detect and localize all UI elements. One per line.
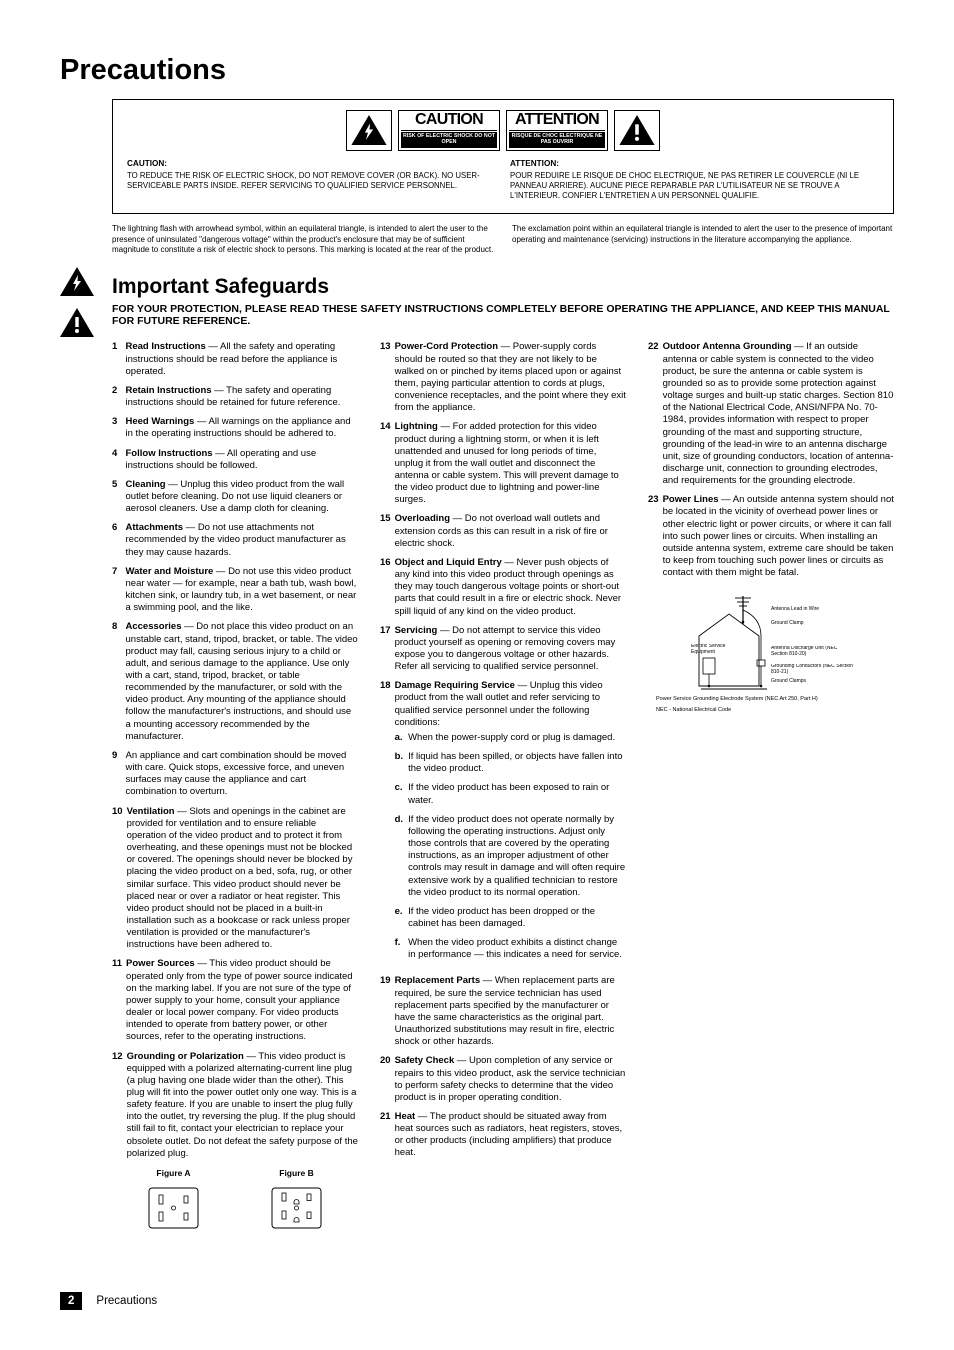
label-clamp: Ground Clamp <box>771 620 804 626</box>
caution-en-title: CAUTION: <box>127 159 496 170</box>
instructions-col-3: 22Outdoor Antenna Grounding — If an outs… <box>648 341 894 1238</box>
caution-exclamation-box <box>614 110 660 151</box>
exclamation-icon <box>619 115 655 145</box>
lightning-bolt-icon <box>60 267 94 296</box>
attention-title: ATTENTION <box>509 111 605 131</box>
label-discharge: Antenna Discharge Unit (NEC Section 810-… <box>771 646 853 657</box>
safeguards-title: Important Safeguards <box>112 275 894 299</box>
page-footer: 2 Precautions <box>60 1292 157 1310</box>
label-nec: NEC - National Electrical Code <box>656 707 886 713</box>
antenna-grounding-diagram: Antenna Lead in Wire Ground Clamp Antenn… <box>689 586 854 694</box>
outlet-diagrams <box>112 1184 358 1232</box>
figure-a-label: Figure A <box>112 1168 235 1178</box>
caution-fr-body: POUR REDUIRE LE RISQUE DE CHOC ELECTRIQU… <box>510 171 879 201</box>
caution-label-box: CAUTION RISK OF ELECTRIC SHOCK DO NOT OP… <box>398 110 500 151</box>
page-title: Precautions <box>60 54 894 87</box>
exclamation-symbol-desc: The exclamation point within an equilate… <box>512 224 894 255</box>
figure-b-label: Figure B <box>235 1168 358 1178</box>
label-conductors: Grounding Conductors (NEC Section 810-21… <box>771 664 853 675</box>
outlet-polarized-icon <box>141 1184 206 1232</box>
instructions-col-2: 13Power-Cord Protection — Power-supply c… <box>380 341 626 1238</box>
caution-lightning-box <box>346 110 392 151</box>
label-electrode: Power Service Grounding Electrode System… <box>656 696 886 702</box>
caution-subtitle: RISK OF ELECTRIC SHOCK DO NOT OPEN <box>401 132 497 148</box>
caution-en-body: TO REDUCE THE RISK OF ELECTRIC SHOCK, DO… <box>127 171 496 191</box>
margin-warning-icons <box>60 267 94 337</box>
outlet-grounded-icon <box>264 1184 329 1232</box>
lightning-symbol-desc: The lightning flash with arrowhead symbo… <box>112 224 494 255</box>
caution-panel: CAUTION RISK OF ELECTRIC SHOCK DO NOT OP… <box>112 99 894 214</box>
caution-title: CAUTION <box>401 111 497 131</box>
footer-section-name: Precautions <box>96 1295 157 1307</box>
page-number: 2 <box>60 1292 82 1310</box>
lightning-bolt-icon <box>351 115 387 145</box>
attention-subtitle: RISQUE DE CHOC ELECTRIQUE NE PAS OUVRIR <box>509 132 605 148</box>
exclamation-icon <box>60 308 94 337</box>
label-service: Electric Service Equipment <box>691 644 739 655</box>
label-lead-in: Antenna Lead in Wire <box>771 606 819 612</box>
caution-fr-title: ATTENTION: <box>510 159 879 170</box>
instructions-col-1: 1Read Instructions — All the safety and … <box>112 341 358 1238</box>
label-clamps: Ground Clamps <box>771 678 807 684</box>
attention-label-box: ATTENTION RISQUE DE CHOC ELECTRIQUE NE P… <box>506 110 608 151</box>
safeguards-subtitle: FOR YOUR PROTECTION, PLEASE READ THESE S… <box>112 303 894 327</box>
